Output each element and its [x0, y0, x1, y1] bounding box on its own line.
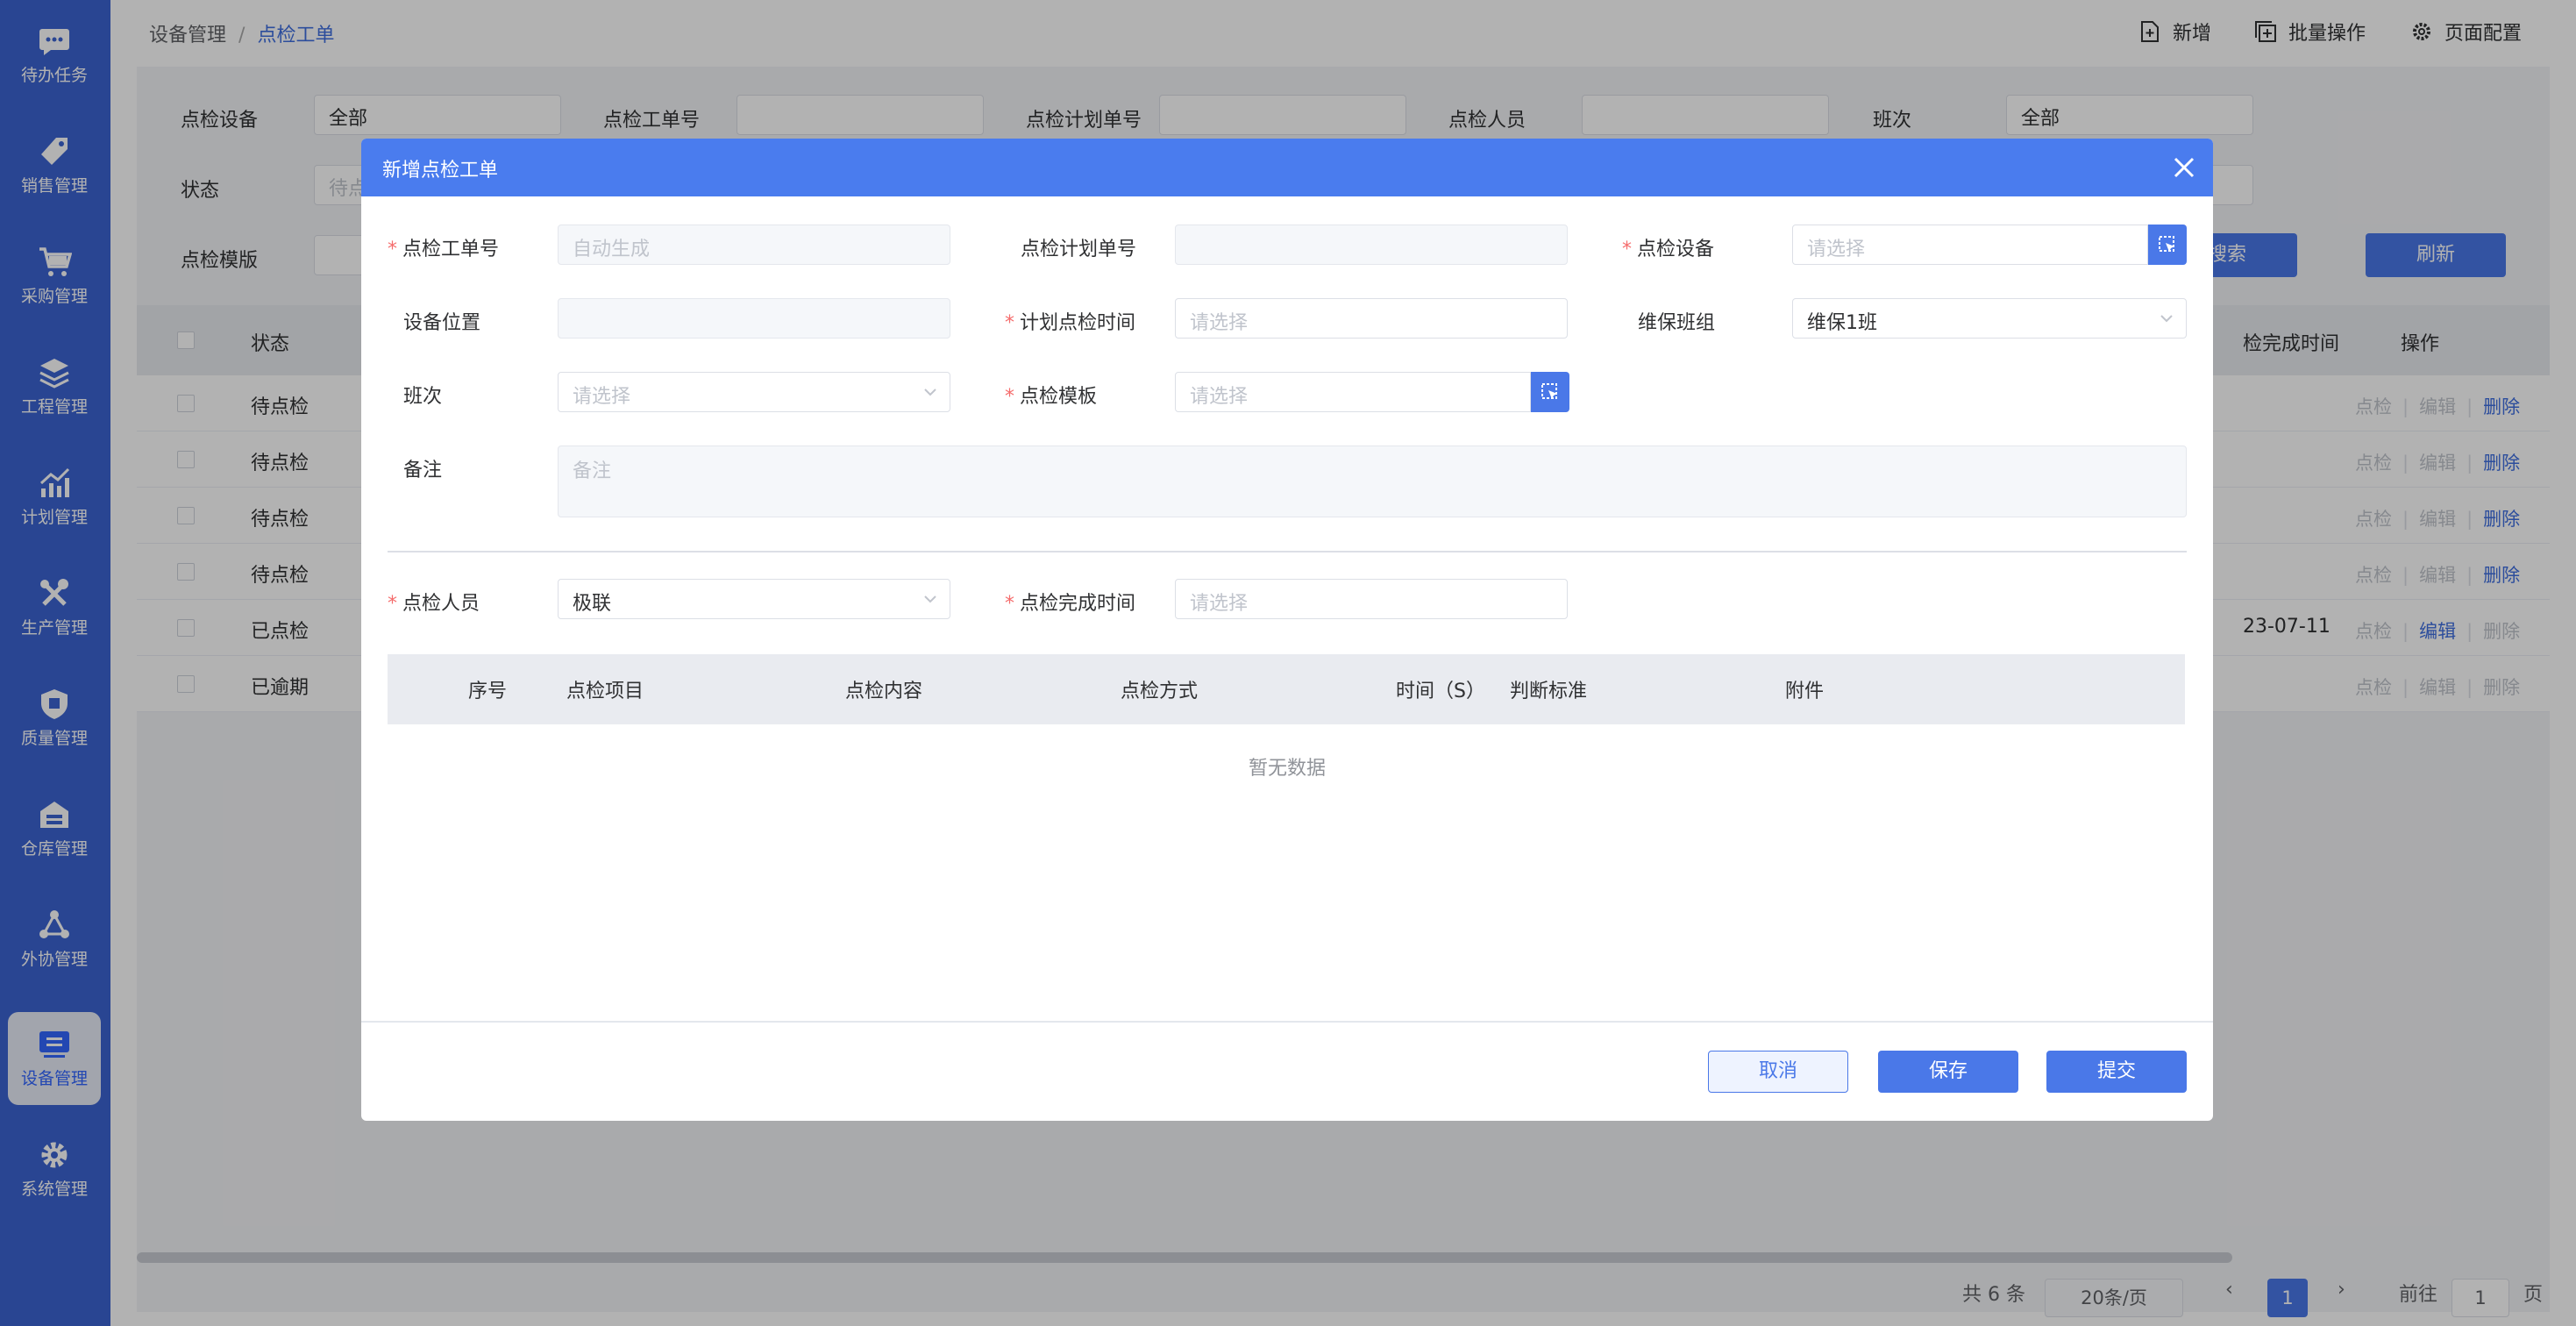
- device-placeholder: 请选择: [1807, 239, 1866, 260]
- column-content: 点检内容: [845, 681, 923, 702]
- dialog-header: 新增点检工单: [361, 139, 2213, 196]
- remark-textarea[interactable]: 备注: [558, 446, 2187, 517]
- device-label: * 点检设备: [1622, 239, 1715, 260]
- template-picker-button[interactable]: [1531, 372, 1569, 412]
- select-pointer-icon: [1541, 383, 1557, 399]
- chevron-down-icon: [2160, 315, 2173, 323]
- plan-time-placeholder: 请选择: [1190, 312, 1249, 334]
- inspector-value: 极联: [573, 593, 612, 615]
- shift-select[interactable]: 请选择: [558, 372, 950, 412]
- order-no-label: * 点检工单号: [388, 239, 500, 260]
- section-divider: [388, 551, 2187, 552]
- chevron-down-icon: [924, 595, 936, 603]
- close-icon[interactable]: [2167, 151, 2201, 184]
- inspection-items-table-header: 序号 点检项目 点检内容 点检方式 时间（S） 判断标准 附件: [388, 654, 2185, 724]
- plan-time-picker[interactable]: 请选择: [1175, 298, 1568, 339]
- empty-state-text: 暂无数据: [1248, 758, 1326, 780]
- submit-button[interactable]: 提交: [2046, 1051, 2187, 1093]
- plan-time-label: * 计划点检时间: [1005, 312, 1136, 334]
- template-placeholder: 请选择: [1190, 386, 1249, 408]
- device-picker-button[interactable]: [2148, 225, 2187, 265]
- remark-label: 备注: [403, 460, 443, 481]
- order-no-input: 自动生成: [558, 225, 950, 265]
- column-method: 点检方式: [1121, 681, 1199, 702]
- cancel-button[interactable]: 取消: [1708, 1051, 1848, 1093]
- finish-time-picker[interactable]: 请选择: [1175, 579, 1568, 619]
- template-label: * 点检模板: [1005, 386, 1098, 408]
- chevron-down-icon: [924, 389, 936, 396]
- column-standard: 判断标准: [1510, 681, 1588, 702]
- dialog-footer-divider: [361, 1021, 2213, 1023]
- template-input[interactable]: 请选择: [1175, 372, 1531, 412]
- shift-label: 班次: [403, 386, 443, 408]
- column-item: 点检项目: [566, 681, 644, 702]
- finish-time-label: * 点检完成时间: [1005, 593, 1136, 615]
- plan-no-input: [1175, 225, 1568, 265]
- finish-time-placeholder: 请选择: [1190, 593, 1249, 615]
- inspector-label: * 点检人员: [388, 593, 480, 615]
- team-label: 维保班组: [1638, 312, 1716, 334]
- remark-placeholder: 备注: [573, 460, 612, 482]
- team-value: 维保1班: [1807, 312, 1877, 334]
- plan-no-label: 点检计划单号: [1021, 239, 1137, 260]
- select-pointer-icon: [2159, 236, 2174, 252]
- add-inspection-order-dialog: 新增点检工单 * 点检工单号 自动生成 点检计划单号 * 点检设备 请选择 设备位置…: [361, 139, 2213, 1121]
- column-time: 时间（S）: [1396, 681, 1485, 702]
- inspector-select[interactable]: 极联: [558, 579, 950, 619]
- column-attachment: 附件: [1785, 681, 1825, 702]
- order-no-placeholder: 自动生成: [573, 239, 651, 260]
- shift-placeholder: 请选择: [573, 386, 631, 408]
- column-index: 序号: [468, 681, 508, 702]
- device-input[interactable]: 请选择: [1792, 225, 2148, 265]
- location-input: [558, 298, 950, 339]
- location-label: 设备位置: [403, 312, 481, 334]
- dialog-title: 新增点检工单: [382, 160, 499, 182]
- team-select[interactable]: 维保1班: [1792, 298, 2187, 339]
- save-button[interactable]: 保存: [1878, 1051, 2018, 1093]
